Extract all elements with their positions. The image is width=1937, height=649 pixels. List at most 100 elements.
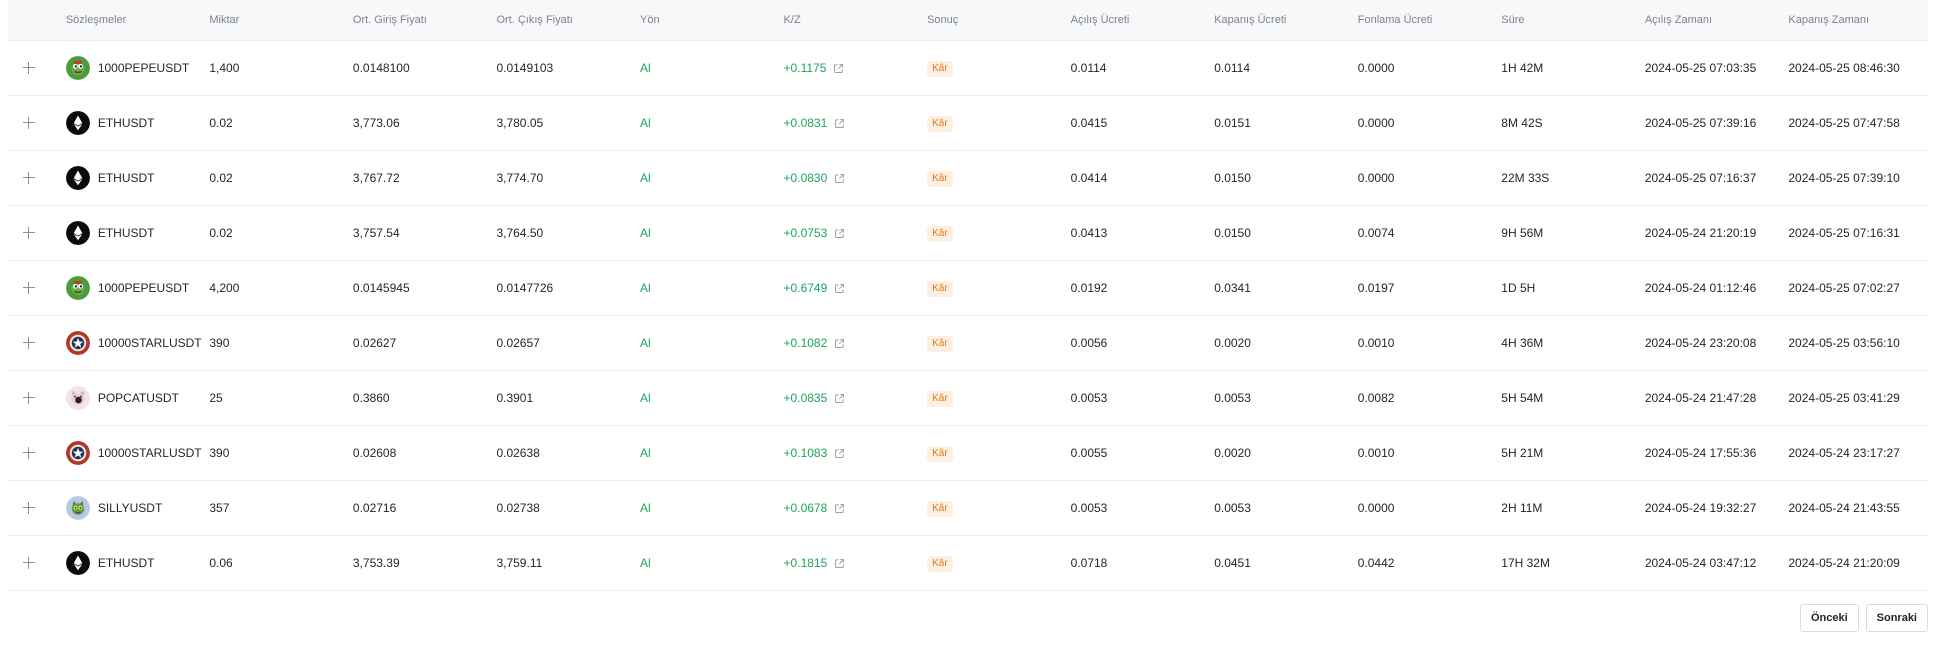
duration: 5H 54M (1501, 391, 1544, 405)
result-cell: Kâr (927, 500, 1071, 517)
contract-symbol: ETHUSDT (97, 171, 155, 185)
result-badge: Kâr (927, 225, 953, 242)
duration: 1H 42M (1501, 61, 1544, 75)
result-badge: Kâr (927, 390, 953, 407)
contract-cell: 1000PEPEUSDT (65, 56, 210, 80)
close-fee: 0.0053 (1214, 501, 1251, 515)
table-row: ETHUSDT 0.02 3,773.06 3,780.05 Al +0.0831 Kâr 0… (8, 96, 1928, 151)
close-time: 2024-05-24 23:17:27 (1788, 446, 1900, 460)
result-badge: Kâr (927, 500, 953, 517)
result-badge: Kâr (927, 280, 953, 297)
open-fee: 0.0114 (1070, 61, 1107, 75)
expand-row-icon[interactable] (22, 61, 36, 75)
funding-fee: 0.0074 (1357, 226, 1395, 240)
duration: 5H 21M (1501, 446, 1544, 460)
open-fee: 0.0055 (1070, 446, 1108, 460)
eth-coin-icon (65, 551, 90, 575)
header-quantity: Miktar (209, 14, 240, 26)
contract-symbol: ETHUSDT (97, 116, 155, 130)
avg-entry-price: 3,773.06 (352, 116, 400, 130)
open-time: 2024-05-25 07:16:37 (1644, 171, 1757, 185)
quantity: 0.02 (209, 116, 233, 130)
table-body: 1000PEPEUSDT 1,400 0.0148100 0.0149103 Al +0.… (8, 41, 1928, 591)
expand-row-icon[interactable] (22, 446, 36, 460)
contract-cell: ETHUSDT (65, 166, 210, 190)
header-avg-exit: Ort. Çıkış Fiyatı (496, 14, 573, 26)
open-time: 2024-05-24 17:55:36 (1644, 446, 1757, 460)
pnl-cell: +0.1175 (784, 61, 928, 75)
open-time: 2024-05-25 07:39:16 (1644, 116, 1757, 130)
expand-row-icon[interactable] (22, 391, 36, 405)
expand-row-icon[interactable] (22, 171, 36, 185)
avg-entry-price: 0.0145945 (352, 281, 410, 295)
expand-cell (8, 171, 66, 185)
quantity: 390 (209, 336, 230, 350)
avg-exit-price: 0.0147726 (496, 281, 554, 295)
contract-symbol: 1000PEPEUSDT (97, 281, 190, 295)
external-link-icon[interactable] (834, 503, 845, 514)
expand-cell (8, 61, 66, 75)
open-time: 2024-05-24 03:47:12 (1644, 556, 1757, 570)
duration: 9H 56M (1501, 226, 1544, 240)
quantity: 357 (209, 501, 230, 515)
open-fee: 0.0415 (1070, 116, 1108, 130)
pnl-value: +0.0835 (783, 391, 828, 405)
external-link-icon[interactable] (834, 173, 845, 184)
result-cell: Kâr (927, 280, 1071, 297)
close-fee: 0.0150 (1214, 226, 1251, 240)
pnl-cell: +0.0831 (784, 116, 928, 130)
external-link-icon[interactable] (834, 283, 845, 294)
open-fee: 0.0413 (1070, 226, 1108, 240)
side: Al (640, 281, 651, 295)
side: Al (640, 336, 651, 350)
external-link-icon[interactable] (834, 393, 845, 404)
expand-row-icon[interactable] (22, 501, 36, 515)
previous-page-button[interactable]: Önceki (1799, 604, 1859, 632)
expand-row-icon[interactable] (22, 281, 36, 295)
expand-row-icon[interactable] (22, 116, 36, 130)
header-contracts: Sözleşmeler (65, 14, 127, 26)
trade-history-table: Sözleşmeler Miktar Ort. Giriş Fiyatı Ort… (8, 0, 1928, 591)
starl-coin-icon (65, 441, 90, 465)
header-funding-fee: Fonlama Ücreti (1357, 14, 1433, 26)
table-row: 10000STARLUSDT 390 0.02608 0.02638 Al +0.1083… (8, 426, 1928, 481)
contract-symbol: 10000STARLUSDT (97, 446, 202, 460)
expand-row-icon[interactable] (22, 226, 36, 240)
external-link-icon[interactable] (834, 228, 845, 239)
open-fee: 0.0056 (1070, 336, 1108, 350)
contract-cell: 1000PEPEUSDT (65, 276, 210, 300)
expand-cell (8, 446, 66, 460)
side: Al (640, 116, 651, 130)
expand-row-icon[interactable] (22, 556, 36, 570)
contract-symbol: ETHUSDT (97, 556, 155, 570)
result-cell: Kâr (927, 445, 1071, 462)
external-link-icon[interactable] (834, 448, 845, 459)
popcat-coin-icon (65, 386, 90, 410)
result-cell: Kâr (927, 225, 1071, 242)
pnl-value: +0.1083 (783, 446, 828, 460)
funding-fee: 0.0010 (1357, 446, 1395, 460)
quantity: 4,200 (209, 281, 240, 295)
pnl-value: +0.0831 (783, 116, 828, 130)
expand-cell (8, 336, 66, 350)
header-avg-entry: Ort. Giriş Fiyatı (352, 14, 427, 26)
funding-fee: 0.0442 (1357, 556, 1395, 570)
eth-coin-icon (65, 166, 90, 190)
contract-cell: 10000STARLUSDT (65, 331, 210, 355)
header-close-time: Kapanış Zamanı (1788, 14, 1870, 26)
header-side: Yön (640, 14, 660, 26)
close-fee: 0.0053 (1214, 391, 1251, 405)
duration: 8M 42S (1501, 116, 1543, 130)
expand-row-icon[interactable] (22, 336, 36, 350)
funding-fee: 0.0000 (1357, 171, 1395, 185)
next-page-button[interactable]: Sonraki (1865, 604, 1928, 632)
duration: 2H 11M (1501, 501, 1543, 515)
pepe-coin-icon (65, 56, 90, 80)
result-cell: Kâr (927, 390, 1071, 407)
silly-coin-icon (65, 496, 90, 520)
external-link-icon[interactable] (834, 338, 845, 349)
external-link-icon[interactable] (834, 118, 845, 129)
header-open-fee: Açılış Ücreti (1070, 14, 1130, 26)
external-link-icon[interactable] (833, 63, 844, 74)
external-link-icon[interactable] (834, 558, 845, 569)
